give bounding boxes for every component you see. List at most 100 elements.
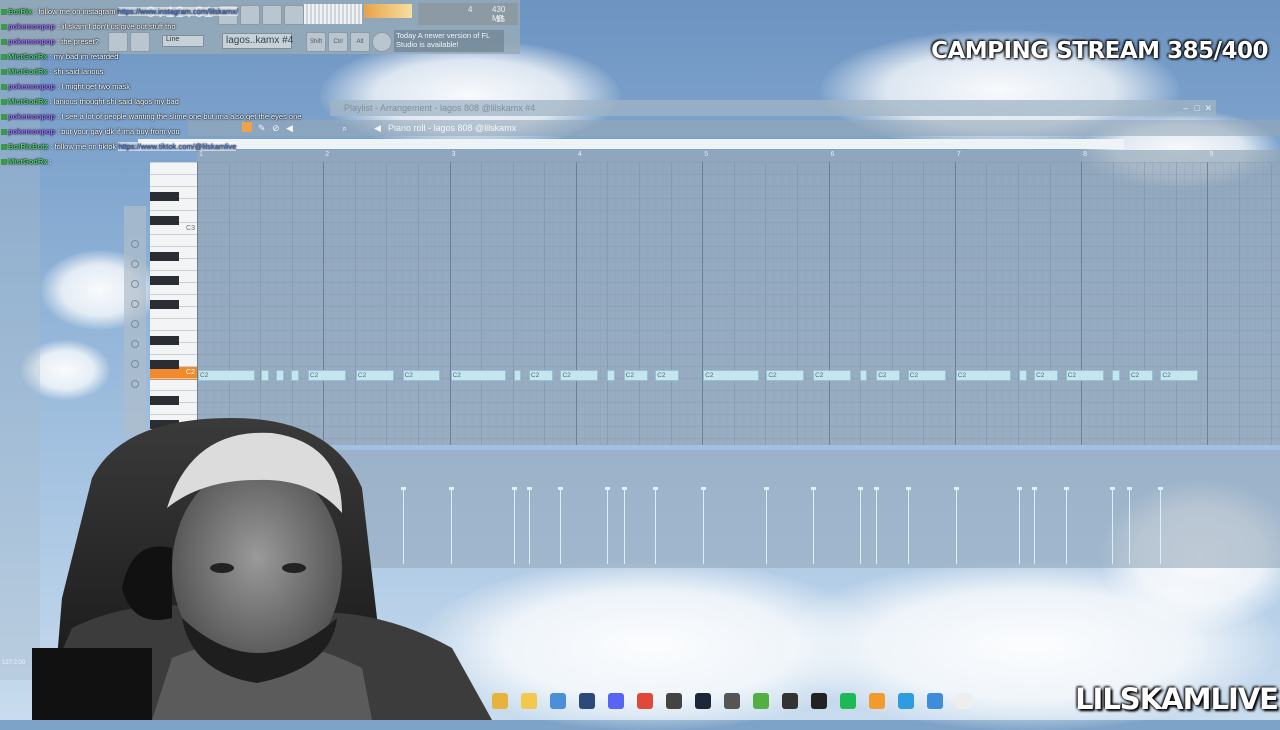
master-volume-meter[interactable] <box>364 4 412 18</box>
midi-note[interactable]: C2 <box>1128 370 1153 381</box>
obs-icon[interactable] <box>666 693 682 709</box>
midi-note[interactable]: C2 <box>1160 370 1199 381</box>
midi-note[interactable]: C2 <box>307 370 346 381</box>
midi-note[interactable]: C2 <box>813 370 851 381</box>
black-key[interactable] <box>150 252 179 261</box>
chat-link[interactable]: https://www.tiktok.com/@lilskamlive <box>118 142 237 151</box>
online-icon[interactable] <box>372 32 392 52</box>
velocity-handle[interactable] <box>811 487 817 490</box>
velocity-bar[interactable] <box>857 487 863 564</box>
velocity-bar[interactable] <box>526 487 532 564</box>
velocity-handle[interactable] <box>701 487 707 490</box>
velocity-bar[interactable] <box>953 487 959 564</box>
piano-roll-timeline[interactable]: 123456789 <box>197 150 1280 162</box>
midi-note[interactable]: C2 <box>655 370 680 381</box>
tool-toggle-icon[interactable] <box>131 280 139 288</box>
piano-roll-grid[interactable]: C2 C2 C2 C2 C2 C2 C2 C2 C2 C2 C2 C2 C2 C2 C2 C2 C2 C2 C2 <box>197 162 1280 445</box>
steam-icon[interactable] <box>695 693 711 709</box>
minimize-icon[interactable]: – <box>1183 100 1188 116</box>
velocity-bar[interactable] <box>558 487 564 564</box>
midi-note[interactable]: C2 <box>450 370 507 381</box>
midi-note[interactable] <box>607 370 615 381</box>
tool-toggle-icon[interactable] <box>131 300 139 308</box>
midi-note[interactable]: C2 <box>198 370 255 381</box>
midi-note[interactable]: C2 <box>623 370 648 381</box>
velocity-bar[interactable] <box>811 487 817 564</box>
4k-icon[interactable] <box>782 693 798 709</box>
velocity-handle[interactable] <box>511 487 517 490</box>
midi-note[interactable]: C2 <box>402 370 441 381</box>
fl-studio-icon[interactable] <box>869 693 885 709</box>
velocity-bar[interactable] <box>874 487 880 564</box>
black-key[interactable] <box>150 396 179 405</box>
velocity-bar[interactable] <box>1063 487 1069 564</box>
photoshop-icon[interactable] <box>579 693 595 709</box>
maximize-icon[interactable]: □ <box>1195 100 1200 116</box>
alt-button[interactable]: Alt <box>350 32 370 52</box>
midi-note[interactable] <box>513 370 522 381</box>
velocity-handle[interactable] <box>874 487 880 490</box>
velocity-bar[interactable] <box>1110 487 1116 564</box>
playlist-window-titlebar[interactable]: Playlist - Arrangement - lagos 808 @lils… <box>330 100 1216 116</box>
spotify-icon[interactable] <box>840 693 856 709</box>
velocity-handle[interactable] <box>1063 487 1069 490</box>
velocity-bar[interactable] <box>905 487 911 564</box>
black-key[interactable] <box>150 336 179 345</box>
velocity-handle[interactable] <box>905 487 911 490</box>
tool-toggle-icon[interactable] <box>131 380 139 388</box>
photos-icon[interactable] <box>927 693 943 709</box>
velocity-bar[interactable] <box>701 487 707 564</box>
velocity-handle[interactable] <box>558 487 564 490</box>
xbox-icon[interactable] <box>753 693 769 709</box>
velocity-bar[interactable] <box>1158 487 1164 564</box>
brave-icon[interactable] <box>637 693 653 709</box>
midi-note[interactable]: C2 <box>528 370 553 381</box>
midi-note[interactable]: C2 <box>1065 370 1104 381</box>
black-key[interactable] <box>150 216 179 225</box>
velocity-handle[interactable] <box>526 487 532 490</box>
ctrl-button[interactable]: Ctrl <box>328 32 348 52</box>
velocity-handle[interactable] <box>1016 487 1022 490</box>
tool-toggle-icon[interactable] <box>131 340 139 348</box>
velocity-bar[interactable] <box>1032 487 1038 564</box>
velocity-handle[interactable] <box>1126 487 1132 490</box>
midi-note[interactable] <box>261 370 269 381</box>
chat-link[interactable]: https://www.instagram.com/lilskamx/ <box>117 7 238 16</box>
black-key[interactable] <box>150 300 179 309</box>
zoom-icon[interactable]: ⌕ <box>342 120 347 136</box>
velocity-bar[interactable] <box>653 487 659 564</box>
folder-icon[interactable] <box>521 693 537 709</box>
velocity-handle[interactable] <box>621 487 627 490</box>
midi-note[interactable] <box>291 370 300 381</box>
velocity-bar[interactable] <box>1126 487 1132 564</box>
capcut-icon[interactable] <box>811 693 827 709</box>
midi-note[interactable]: C2 <box>955 370 1012 381</box>
velocity-bar[interactable] <box>1016 487 1022 564</box>
velocity-handle[interactable] <box>653 487 659 490</box>
velocity-handle[interactable] <box>953 487 959 490</box>
midi-note[interactable]: C2 <box>907 370 946 381</box>
store-icon[interactable] <box>550 693 566 709</box>
velocity-bar[interactable] <box>511 487 517 564</box>
black-key[interactable] <box>150 192 179 201</box>
velocity-handle[interactable] <box>1158 487 1164 490</box>
velocity-handle[interactable] <box>857 487 863 490</box>
midi-note[interactable] <box>1112 370 1120 381</box>
midi-note[interactable]: C2 <box>766 370 805 381</box>
discord-icon[interactable] <box>608 693 624 709</box>
black-key[interactable] <box>150 360 179 369</box>
velocity-bar[interactable] <box>605 487 611 564</box>
midi-note[interactable] <box>1018 370 1027 381</box>
notepad-icon[interactable] <box>898 693 914 709</box>
midi-note[interactable] <box>859 370 868 381</box>
midi-note[interactable]: C2 <box>876 370 901 381</box>
tool-toggle-icon[interactable] <box>131 360 139 368</box>
midi-note[interactable]: C2 <box>703 370 759 381</box>
tool-toggle-icon[interactable] <box>131 260 139 268</box>
midi-note[interactable]: C2 <box>1034 370 1059 381</box>
speaker-icon[interactable]: ◀ <box>374 120 381 136</box>
velocity-handle[interactable] <box>764 487 770 490</box>
chrome-icon[interactable] <box>492 693 508 709</box>
tool-toggle-icon[interactable] <box>131 320 139 328</box>
velocity-handle[interactable] <box>1110 487 1116 490</box>
